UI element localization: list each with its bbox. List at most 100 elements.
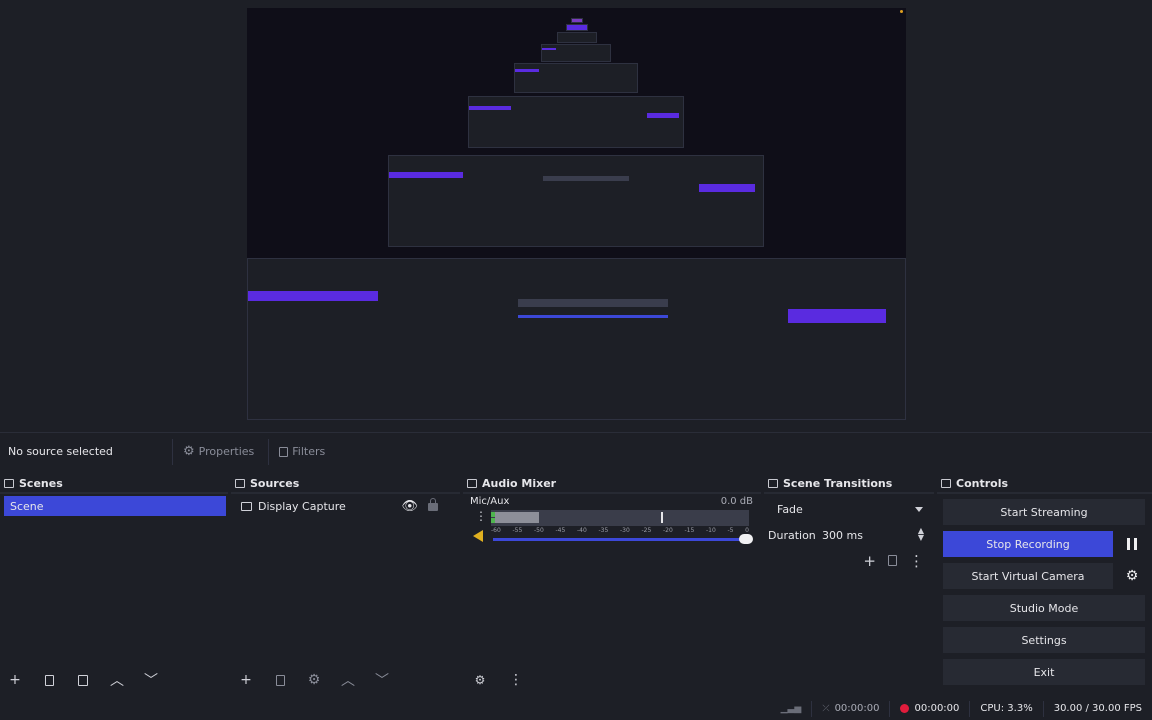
more-vertical-icon: ⋮ <box>509 672 523 688</box>
advanced-audio-button[interactable]: ⚙ <box>471 671 489 689</box>
monitor-icon <box>241 501 252 511</box>
recording-status: 00:00:00 <box>889 700 969 717</box>
window-icon <box>235 478 245 488</box>
track-db-readout: 0.0 dB <box>720 496 753 507</box>
preview-nested-window-dot <box>571 18 583 23</box>
add-transition-button[interactable]: + <box>863 552 876 570</box>
preview-nested-window-medium <box>388 155 764 247</box>
volume-slider-handle[interactable] <box>739 534 753 544</box>
add-source-button[interactable]: + <box>237 671 255 689</box>
move-source-up-button[interactable]: ︿ <box>339 671 357 689</box>
stop-recording-button[interactable]: Stop Recording <box>943 531 1113 557</box>
exit-button[interactable]: Exit <box>943 659 1145 685</box>
scenes-list[interactable]: Scene <box>0 494 228 666</box>
more-vertical-icon: ⋮ <box>909 552 924 570</box>
signal-icon: ▁▃▅ <box>780 703 802 714</box>
speaker-icon[interactable] <box>473 530 483 542</box>
add-scene-button[interactable]: + <box>6 671 24 689</box>
volume-slider[interactable] <box>493 534 753 544</box>
move-scene-down-button[interactable]: ﹀ <box>142 671 160 689</box>
volume-meter: -60 -55 -50 -45 -40 -35 -30 -25 -20 -15 -10 -5 0 <box>491 510 749 534</box>
filters-button[interactable]: Filters <box>268 438 335 465</box>
preview-nested-window-micro <box>541 44 611 62</box>
transition-menu-button[interactable]: ⋮ <box>909 552 924 570</box>
source-list-item[interactable]: Display Capture 👁 <box>235 496 456 516</box>
preview-nested-window-small <box>468 96 684 148</box>
track-menu-icon[interactable]: ⋮ <box>475 510 487 522</box>
scene-filters-button[interactable] <box>74 671 92 689</box>
gear-icon: ⚙ <box>474 673 486 687</box>
remove-scene-button[interactable] <box>40 671 58 689</box>
context-bar: No source selected ⚙ Properties Filters <box>0 432 1152 470</box>
spin-arrows-icon[interactable]: ▲ ▼ <box>918 527 924 542</box>
trash-icon <box>44 674 54 686</box>
transition-select-value: Fade <box>777 502 803 516</box>
move-scene-up-button[interactable]: ︿ <box>108 671 126 689</box>
scene-transitions-body: Fade Duration 300 ms ▲ ▼ + ⋮ <box>764 494 934 694</box>
preview-nested-window-tiny <box>514 63 638 93</box>
duration-input[interactable]: 300 ms ▲ ▼ <box>818 524 930 546</box>
sources-dock: Sources Display Capture 👁 + ⚙ ︿ ﹀ <box>231 474 460 694</box>
pause-recording-button[interactable] <box>1119 531 1145 557</box>
duration-row: Duration 300 ms ▲ ▼ <box>768 524 930 546</box>
chevron-up-icon: ︿ <box>110 673 124 689</box>
preview-nested-window-nano <box>557 32 597 43</box>
audio-mixer-dock-header[interactable]: Audio Mixer <box>463 474 761 492</box>
transitions-toolbar: + ⋮ <box>863 552 924 570</box>
meter-tick-label: -35 <box>598 527 609 534</box>
remove-source-button[interactable] <box>271 671 289 689</box>
meter-tick-label: -40 <box>577 527 587 534</box>
meter-tick-label: -50 <box>534 527 544 534</box>
mixer-menu-button[interactable]: ⋮ <box>507 671 525 689</box>
chevron-down-icon <box>915 507 923 512</box>
meter-tick-label: -15 <box>684 527 695 534</box>
gear-icon: ⚙ <box>1125 568 1139 584</box>
meter-tick-label: -5 <box>727 527 734 534</box>
trash-icon <box>888 555 897 566</box>
audio-mixer-toolbar: ⚙ ⋮ <box>463 666 761 694</box>
meter-tick-label: -55 <box>512 527 523 534</box>
preview-canvas[interactable] <box>247 8 906 420</box>
audio-mixer-dock: Audio Mixer Mic/Aux 0.0 dB ⋮ -60 -55 -50 -4… <box>463 474 761 694</box>
stream-time: 00:00:00 <box>834 703 880 714</box>
virtual-camera-settings-button[interactable]: ⚙ <box>1119 563 1145 589</box>
studio-mode-button[interactable]: Studio Mode <box>943 595 1145 621</box>
sources-dock-title: Sources <box>250 476 300 490</box>
scene-list-item[interactable]: Scene <box>4 496 226 516</box>
filter-icon <box>279 446 289 457</box>
properties-button[interactable]: ⚙ Properties <box>172 438 264 465</box>
scene-transitions-dock-header[interactable]: Scene Transitions <box>764 474 934 492</box>
source-item-label: Display Capture <box>258 499 346 513</box>
chevron-down-icon: ﹀ <box>144 673 158 689</box>
stream-status: ⤫ 00:00:00 <box>811 700 889 717</box>
sources-list[interactable]: Display Capture 👁 <box>231 494 460 666</box>
source-properties-button[interactable]: ⚙ <box>305 671 323 689</box>
controls-dock-header[interactable]: Controls <box>937 474 1152 492</box>
controls-body: Start Streaming Stop Recording Start Vir… <box>937 494 1152 694</box>
recording-time: 00:00:00 <box>914 703 960 714</box>
filter-icon <box>78 674 88 686</box>
lock-icon[interactable] <box>428 498 438 511</box>
meter-tick-label: -10 <box>706 527 716 534</box>
meter-tick-label: -25 <box>641 527 652 534</box>
move-source-down-button[interactable]: ﹀ <box>373 671 391 689</box>
properties-label: Properties <box>198 445 255 458</box>
sources-toolbar: + ⚙ ︿ ﹀ <box>231 666 460 694</box>
settings-button[interactable]: Settings <box>943 627 1145 653</box>
chevron-down-icon: ﹀ <box>375 673 389 689</box>
sources-dock-header[interactable]: Sources <box>231 474 460 492</box>
pause-icon <box>1127 538 1137 550</box>
eye-icon[interactable]: 👁 <box>401 499 418 514</box>
trash-icon <box>275 674 285 686</box>
transition-select[interactable]: Fade <box>768 498 930 520</box>
start-streaming-button[interactable]: Start Streaming <box>943 499 1145 525</box>
track-name: Mic/Aux <box>470 496 510 507</box>
window-icon <box>4 478 14 488</box>
audio-mixer-dock-title: Audio Mixer <box>482 476 557 490</box>
record-dot-icon <box>900 704 910 713</box>
start-virtual-camera-button[interactable]: Start Virtual Camera <box>943 563 1113 589</box>
scenes-dock-header[interactable]: Scenes <box>0 474 228 492</box>
remove-transition-button[interactable] <box>888 552 897 570</box>
meter-tick-label: -45 <box>555 527 566 534</box>
stream-icon: ⤫ <box>822 703 830 714</box>
